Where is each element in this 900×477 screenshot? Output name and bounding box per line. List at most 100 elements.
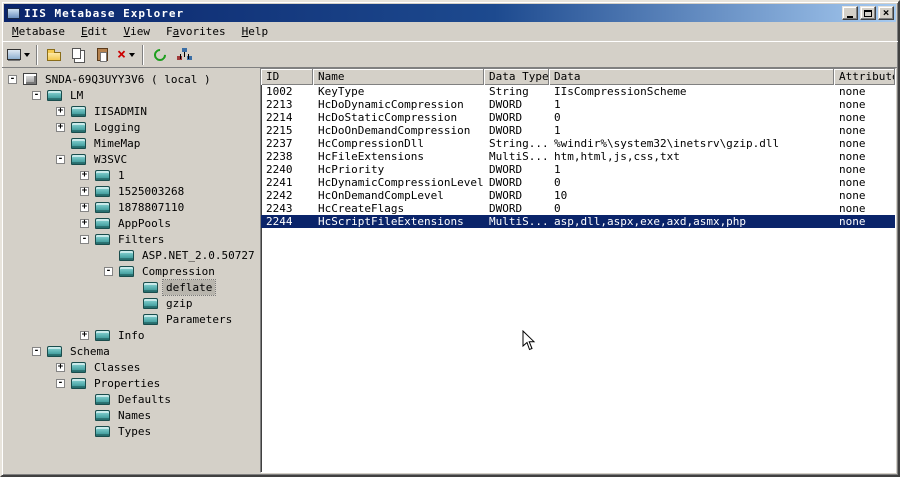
tree-node-deflate[interactable]: deflate <box>4 278 257 296</box>
table-cell: 2244 <box>266 215 293 228</box>
tree-node-label: Logging <box>94 120 141 134</box>
table-cell: DWORD <box>489 98 523 111</box>
collapse-icon[interactable]: - <box>56 378 65 388</box>
tree-node-info[interactable]: + Info <box>4 327 257 343</box>
table-cell: 2242 <box>266 189 293 202</box>
expand-icon[interactable]: + <box>80 170 89 180</box>
collapse-icon[interactable]: - <box>32 90 41 100</box>
table-cell: HcFileExtensions <box>318 150 424 163</box>
tree-node-apppools[interactable]: + AppPools <box>4 215 257 231</box>
collapse-icon[interactable]: - <box>32 346 41 356</box>
table-row-2214[interactable]: 2214 HcDoStaticCompression DWORD 0 none <box>261 111 895 124</box>
table-row-2240[interactable]: 2240 HcPriority DWORD 1 none <box>261 163 895 176</box>
metabase-key-icon <box>71 377 86 389</box>
column-header-id[interactable]: ID <box>261 69 313 85</box>
column-header-attributes[interactable]: Attributes <box>834 69 895 85</box>
table-row-2238[interactable]: 2238 HcFileExtensions MultiS... htm,html,js… <box>261 150 895 163</box>
table-cell: 2238 <box>266 150 293 163</box>
refresh-button[interactable] <box>148 44 172 66</box>
tree-node-label: Schema <box>70 344 110 358</box>
tree-node-1878807110[interactable]: +1878807110 <box>4 199 257 215</box>
table-cell: HcOnDemandCompLevel <box>318 189 444 202</box>
tree-node-logging[interactable]: + Logging <box>4 119 257 135</box>
delete-button[interactable] <box>114 44 138 66</box>
tree-node-parameters[interactable]: Parameters <box>4 311 257 327</box>
menu-item-view[interactable]: View <box>116 23 159 41</box>
table-row-2244[interactable]: 2244 HcScriptFileExtensions MultiS... asp,d… <box>261 215 895 228</box>
collapse-icon[interactable]: - <box>8 74 17 84</box>
close-button[interactable]: × <box>878 6 894 20</box>
tree-node-mimemap[interactable]: MimeMap <box>4 135 257 151</box>
collapse-icon[interactable]: - <box>104 266 113 276</box>
metabase-key-icon <box>95 185 110 197</box>
tree-node-asp-net-2-0-50727-0[interactable]: ASP.NET_2.0.50727.0 <box>4 247 257 263</box>
table-row-2243[interactable]: 2243 HcCreateFlags DWORD 0 none <box>261 202 895 215</box>
metabase-key-icon <box>95 201 110 213</box>
metabase-key-icon <box>47 89 62 101</box>
table-row-2237[interactable]: 2237 HcCompressionDll String... %windir%\sy… <box>261 137 895 150</box>
table-cell: 1 <box>554 98 561 111</box>
tree-node-gzip[interactable]: gzip <box>4 295 257 311</box>
copy-button[interactable] <box>66 44 90 66</box>
titlebar: IIS Metabase Explorer × <box>4 4 896 22</box>
expand-icon[interactable]: + <box>56 106 65 116</box>
menu-item-metabase[interactable]: Metabase <box>4 23 73 41</box>
menu-item-favorites[interactable]: Favorites <box>158 23 234 41</box>
tree-node-1525003268[interactable]: +1525003268 <box>4 183 257 199</box>
table-cell: none <box>839 111 866 124</box>
tree-node-defaults[interactable]: Defaults <box>4 391 257 407</box>
tree-node-types[interactable]: Types <box>4 423 257 439</box>
column-header-name[interactable]: Name <box>313 69 484 85</box>
tree-node-schema[interactable]: - Schema <box>4 343 257 359</box>
table-row-1002[interactable]: 1002 KeyType String IIsCompressionScheme non… <box>261 85 895 98</box>
tree-node-iisadmin[interactable]: + IISADMIN <box>4 103 257 119</box>
expand-icon[interactable]: + <box>56 122 65 132</box>
open-button[interactable] <box>42 44 66 66</box>
menu-item-help[interactable]: Help <box>234 23 277 41</box>
tree-node-label: Defaults <box>118 392 171 406</box>
table-cell: DWORD <box>489 202 523 215</box>
window-title: IIS Metabase Explorer <box>24 6 185 20</box>
table-row-2241[interactable]: 2241 HcDynamicCompressionLevel DWORD 0 none <box>261 176 895 189</box>
network-button[interactable] <box>172 44 196 66</box>
column-header-data-type[interactable]: Data Type <box>484 69 549 85</box>
tree-node-lm[interactable]: - LM <box>4 87 257 103</box>
tree-node-compression[interactable]: - Compression <box>4 263 257 279</box>
tree-node-filters[interactable]: - Filters <box>4 231 257 247</box>
table-row-2242[interactable]: 2242 HcOnDemandCompLevel DWORD 10 none <box>261 189 895 202</box>
tree-node-1[interactable]: +1 <box>4 167 257 183</box>
expand-icon[interactable]: + <box>80 218 89 228</box>
maximize-button[interactable] <box>860 6 876 20</box>
tree-node-properties[interactable]: - Properties <box>4 375 257 391</box>
tree-node-classes[interactable]: + Classes <box>4 359 257 375</box>
table-cell: none <box>839 163 866 176</box>
column-header-data[interactable]: Data <box>549 69 834 85</box>
expand-icon[interactable]: + <box>80 330 89 340</box>
menu-item-edit[interactable]: Edit <box>73 23 116 41</box>
table-row-2213[interactable]: 2213 HcDoDynamicCompression DWORD 1 none <box>261 98 895 111</box>
expand-icon[interactable]: + <box>80 186 89 196</box>
collapse-icon[interactable]: - <box>80 234 89 244</box>
expand-icon[interactable]: + <box>80 202 89 212</box>
minimize-button[interactable] <box>842 6 858 20</box>
paste-button[interactable] <box>90 44 114 66</box>
network-icon <box>177 48 191 61</box>
table-cell: 10 <box>554 189 568 202</box>
table-row-2215[interactable]: 2215 HcDoOnDemandCompression DWORD 1 none <box>261 124 895 137</box>
tree-node-label: W3SVC <box>94 152 128 166</box>
expand-icon[interactable]: + <box>56 362 65 372</box>
tree-node-snda-69q3uyy3v6-local[interactable]: - SNDA-69Q3UYY3V6 ( local ) <box>4 71 257 87</box>
collapse-icon[interactable]: - <box>56 154 65 164</box>
table-cell: 0 <box>554 176 561 189</box>
metabase-key-icon <box>47 345 62 357</box>
table-cell: none <box>839 137 866 150</box>
toolbar-separator <box>142 44 144 65</box>
connect-button[interactable] <box>5 44 32 66</box>
table-cell: none <box>839 150 866 163</box>
tree-node-label: Info <box>118 328 145 342</box>
computer-icon <box>23 73 37 85</box>
tree-node-w3svc[interactable]: - W3SVC <box>4 151 257 167</box>
tree-node-label: 1525003268 <box>118 184 185 198</box>
table-cell: HcDynamicCompressionLevel <box>318 176 484 189</box>
tree-node-names[interactable]: Names <box>4 407 257 423</box>
